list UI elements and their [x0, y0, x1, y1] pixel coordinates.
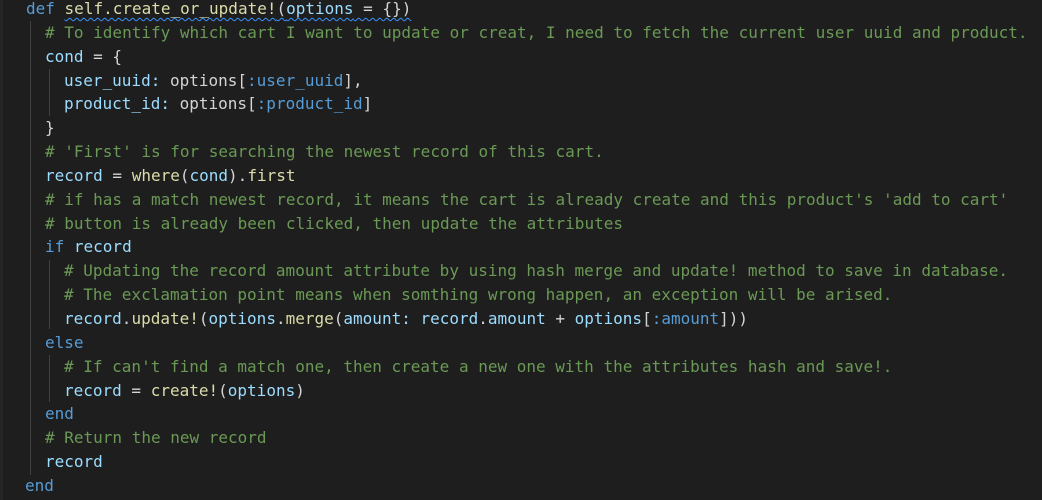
symbol: :user_uuid: [247, 70, 344, 90]
method-call: merge: [285, 308, 334, 328]
code-line[interactable]: if record: [26, 235, 1028, 259]
bracket: ]: [362, 94, 373, 114]
comment: # button is already been clicked, then u…: [45, 213, 623, 233]
code-line[interactable]: cond = {: [26, 45, 1028, 69]
code-line[interactable]: # button is already been clicked, then u…: [26, 212, 1028, 236]
paren: (: [198, 308, 209, 328]
keyword: end: [45, 404, 74, 424]
operator: =: [121, 380, 151, 400]
code-line[interactable]: # Return the new record: [26, 426, 1028, 450]
code-line[interactable]: product_id: options[:product_id]: [26, 92, 1028, 116]
default-value: = {}): [353, 0, 412, 18]
variable: record: [45, 165, 103, 185]
receiver: options[: [169, 94, 257, 114]
paren: (: [179, 165, 190, 185]
operator: = {: [83, 46, 123, 66]
code-line[interactable]: # 'First' is for searching the newest re…: [26, 140, 1028, 164]
code-line[interactable]: def self.create_or_update!(options = {}): [26, 0, 1028, 21]
method-name: self.create_or_update!: [64, 0, 277, 18]
keyword: def: [26, 0, 55, 18]
paren: (: [333, 308, 344, 328]
function-call: where: [131, 165, 180, 185]
dot: .: [478, 308, 488, 328]
keyword: if: [45, 237, 65, 257]
brace: }: [45, 118, 55, 138]
code-line[interactable]: # if has a match newest record, it means…: [26, 188, 1028, 212]
variable: record: [420, 308, 479, 328]
bracket: [: [642, 308, 652, 328]
parameter: options: [286, 0, 354, 18]
code-line[interactable]: # To identify which cart I want to updat…: [26, 21, 1028, 45]
dot: .: [275, 308, 286, 328]
code-line[interactable]: record = where(cond).first: [26, 164, 1028, 188]
code-line[interactable]: # If can't find a match one, then create…: [26, 355, 1028, 379]
paren: ): [295, 380, 305, 400]
paren: (: [218, 380, 228, 400]
paren: (: [276, 0, 287, 18]
argument: cond: [189, 165, 229, 185]
code-editor[interactable]: def self.create_or_update!(options = {})…: [0, 0, 1042, 500]
code-line[interactable]: }: [26, 116, 1028, 140]
code-line[interactable]: else: [26, 331, 1028, 355]
code-line[interactable]: # Updating the record amount attribute b…: [26, 259, 1028, 283]
code-line[interactable]: user_uuid: options[:user_uuid],: [26, 69, 1028, 93]
symbol: :amount: [651, 308, 720, 328]
indent-guide: [49, 355, 50, 402]
dot: .: [121, 308, 132, 328]
attribute: amount: [487, 308, 546, 328]
comment: # The exclamation point means when somth…: [64, 285, 893, 305]
code-line[interactable]: record: [26, 450, 1028, 474]
variable: record: [64, 380, 122, 400]
argument: options: [227, 380, 296, 400]
paren: ).: [228, 165, 248, 185]
comment: # If can't find a match one, then create…: [64, 356, 893, 376]
bracket: ],: [343, 70, 363, 90]
bracket: ])): [719, 308, 749, 328]
symbol: :product_id: [256, 94, 363, 114]
function-call: create!: [150, 380, 219, 400]
editor-gutter: [0, 0, 3, 500]
receiver: options[: [160, 70, 248, 90]
code-line[interactable]: end: [26, 402, 1028, 426]
variable: cond: [45, 46, 84, 66]
method-call: first: [247, 165, 296, 185]
indent-guide: [49, 69, 50, 116]
hash-key: amount:: [343, 308, 411, 328]
code-line[interactable]: record.update!(options.merge(amount: rec…: [26, 307, 1028, 331]
code-line[interactable]: # The exclamation point means when somth…: [26, 283, 1028, 307]
code-area[interactable]: def self.create_or_update!(options = {})…: [25, 0, 1028, 498]
method-call: update!: [131, 308, 199, 328]
comment: # To identify which cart I want to updat…: [45, 22, 1028, 42]
operator: =: [102, 165, 132, 185]
indent-guide: [49, 260, 50, 329]
code-line[interactable]: end: [25, 474, 1028, 498]
variable: options: [574, 308, 643, 328]
variable: options: [208, 308, 276, 328]
keyword: else: [45, 332, 84, 352]
code-line[interactable]: record = create!(options): [26, 379, 1028, 403]
variable: record: [45, 452, 103, 472]
variable: record: [64, 308, 122, 328]
keyword: end: [25, 475, 54, 495]
comment: # if has a match newest record, it means…: [45, 189, 1009, 209]
variable: record: [64, 237, 132, 257]
comment: # Return the new record: [45, 428, 267, 448]
hash-key: product_id:: [64, 94, 170, 114]
hash-key: user_uuid:: [64, 70, 161, 90]
comment: # 'First' is for searching the newest re…: [45, 142, 604, 162]
comment: # Updating the record amount attribute b…: [64, 261, 1009, 281]
operator: +: [545, 308, 575, 328]
indent-guide: [30, 21, 31, 475]
